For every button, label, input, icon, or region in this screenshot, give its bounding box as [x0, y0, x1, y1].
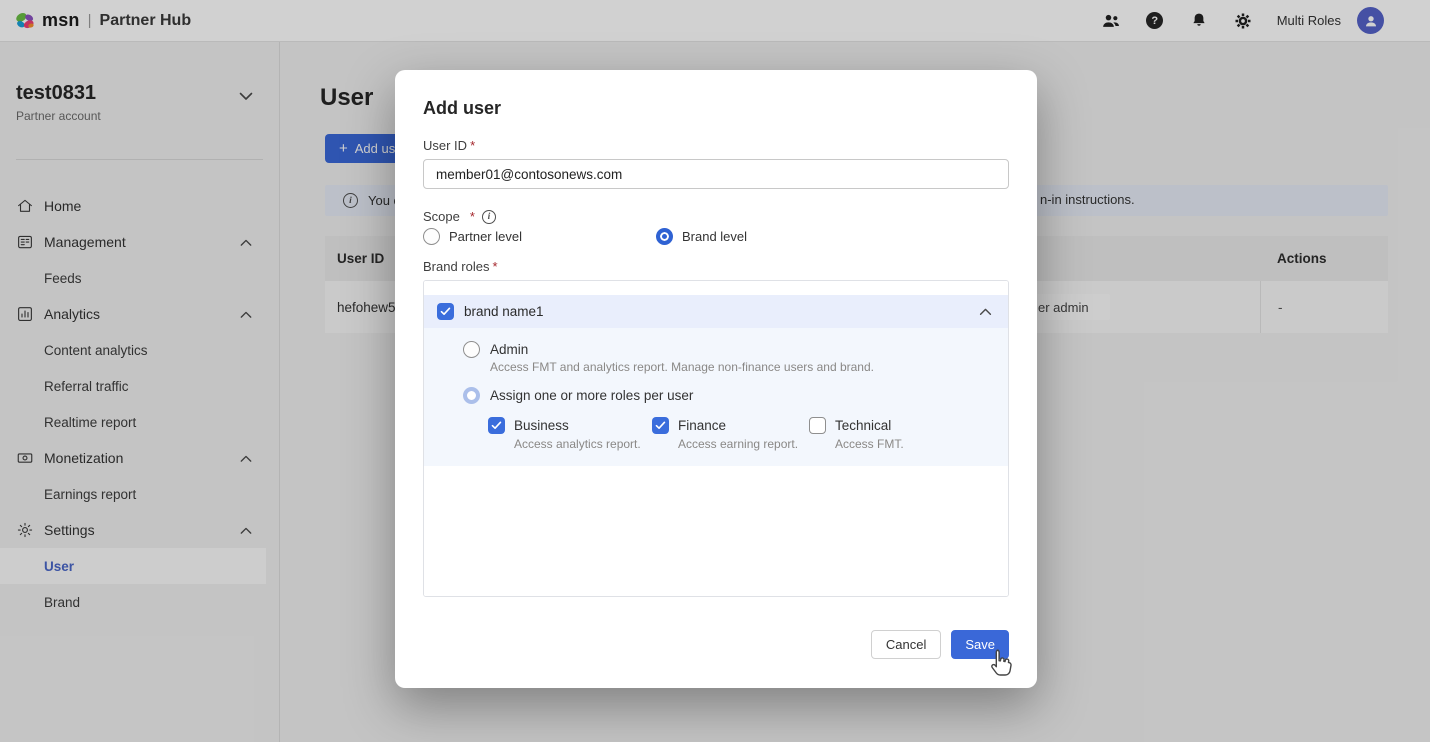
- scope-info-icon[interactable]: i: [482, 210, 496, 224]
- radio-selected-icon: [656, 228, 673, 245]
- business-description: Access analytics report.: [514, 437, 652, 451]
- checkbox-checked-icon: [652, 417, 669, 434]
- role-finance: Finance Access earning report.: [652, 417, 809, 451]
- checkbox-checked-icon: [488, 417, 505, 434]
- role-checkbox-group: Business Access analytics report. Financ…: [488, 417, 1008, 451]
- brand-roles-label: Brand roles*: [423, 259, 1009, 274]
- user-id-input[interactable]: [423, 159, 1009, 189]
- checkbox-unchecked-icon: [809, 417, 826, 434]
- scope-brand-radio[interactable]: Brand level: [656, 228, 747, 245]
- admin-description: Access FMT and analytics report. Manage …: [490, 360, 1008, 374]
- assign-label: Assign one or more roles per user: [490, 388, 693, 403]
- chevron-up-icon[interactable]: [979, 303, 992, 321]
- dialog-title: Add user: [423, 96, 1009, 120]
- scope-label: Scope: [423, 209, 460, 224]
- brand-roles-panel: brand name1 Admin Access FMT and analyti…: [423, 280, 1009, 597]
- business-checkbox[interactable]: Business: [488, 417, 652, 434]
- finance-description: Access earning report.: [678, 437, 809, 451]
- brand-row[interactable]: brand name1: [424, 295, 1008, 328]
- required-asterisk: *: [470, 138, 475, 153]
- brand-name-label: brand name1: [464, 304, 544, 319]
- technical-description: Access FMT.: [835, 437, 904, 451]
- required-asterisk: *: [470, 209, 475, 224]
- panel-empty-area: [424, 466, 1008, 596]
- finance-checkbox[interactable]: Finance: [652, 417, 809, 434]
- user-id-label: User ID*: [423, 138, 1009, 153]
- role-technical: Technical Access FMT.: [809, 417, 904, 451]
- scope-partner-radio[interactable]: Partner level: [423, 228, 522, 245]
- brand-checkbox-checked[interactable]: [437, 303, 454, 320]
- cancel-button[interactable]: Cancel: [871, 630, 941, 659]
- role-business: Business Access analytics report.: [488, 417, 652, 451]
- scope-radio-group: Partner level Brand level: [423, 228, 1009, 245]
- radio-selected-light-icon: [463, 387, 480, 404]
- radio-unselected-icon: [463, 341, 480, 358]
- admin-label: Admin: [490, 342, 528, 357]
- partner-hub-app: msn | Partner Hub ?: [0, 0, 1430, 742]
- assign-roles-radio[interactable]: Assign one or more roles per user: [463, 387, 1008, 404]
- brand-roles-options: Admin Access FMT and analytics report. M…: [424, 328, 1008, 466]
- save-button[interactable]: Save: [951, 630, 1009, 659]
- check-icon: [440, 307, 451, 316]
- required-asterisk: *: [492, 259, 497, 274]
- add-user-dialog: Add user User ID* Scope * i Partner level…: [395, 70, 1037, 688]
- radio-unselected-icon: [423, 228, 440, 245]
- technical-checkbox[interactable]: Technical: [809, 417, 904, 434]
- admin-radio[interactable]: Admin: [463, 341, 1008, 358]
- dialog-footer: Cancel Save: [871, 630, 1009, 659]
- brand-roles-combobox[interactable]: [424, 281, 1008, 295]
- scope-label-row: Scope * i: [423, 209, 1009, 224]
